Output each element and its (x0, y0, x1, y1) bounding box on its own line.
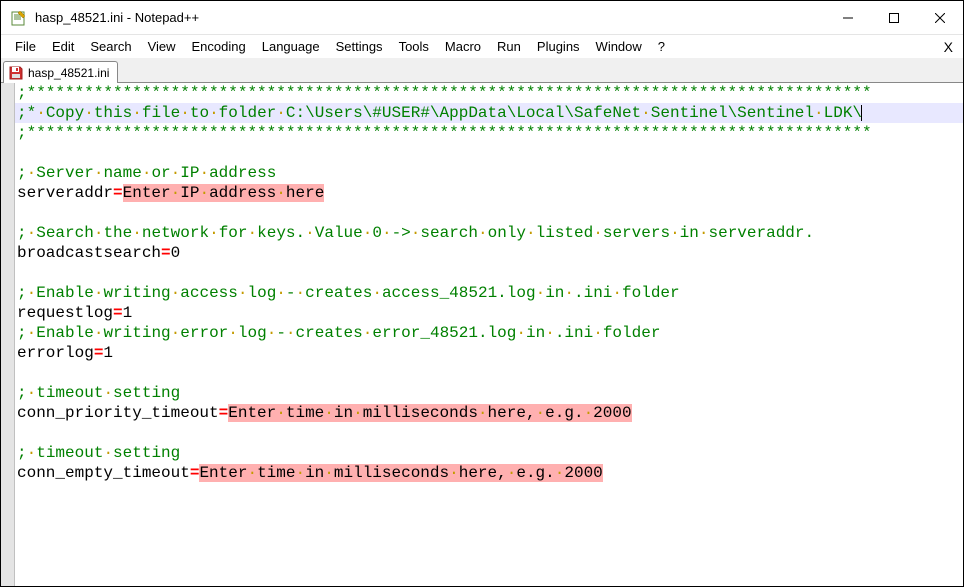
fold-gutter[interactable] (1, 83, 15, 586)
close-tab-x-icon[interactable]: X (944, 39, 953, 55)
menu-tools[interactable]: Tools (391, 37, 437, 56)
menu-bar: File Edit Search View Encoding Language … (1, 35, 963, 59)
menu-plugins[interactable]: Plugins (529, 37, 588, 56)
tab-bar: hasp_48521.ini (1, 59, 963, 83)
close-button[interactable] (917, 3, 963, 33)
editor-wrap: ;***************************************… (1, 83, 963, 586)
menu-window[interactable]: Window (588, 37, 650, 56)
tab-active[interactable]: hasp_48521.ini (3, 61, 118, 83)
menu-macro[interactable]: Macro (437, 37, 489, 56)
menu-view[interactable]: View (140, 37, 184, 56)
menu-run[interactable]: Run (489, 37, 529, 56)
menu-encoding[interactable]: Encoding (184, 37, 254, 56)
menu-file[interactable]: File (7, 37, 44, 56)
menu-search[interactable]: Search (82, 37, 139, 56)
menu-settings[interactable]: Settings (328, 37, 391, 56)
app-icon (11, 10, 27, 26)
minimize-button[interactable] (825, 3, 871, 33)
editor[interactable]: ;***************************************… (15, 83, 963, 586)
menu-language[interactable]: Language (254, 37, 328, 56)
title-bar: hasp_48521.ini - Notepad++ (1, 1, 963, 35)
tab-label: hasp_48521.ini (28, 66, 109, 80)
window-title: hasp_48521.ini - Notepad++ (35, 10, 199, 25)
menu-edit[interactable]: Edit (44, 37, 82, 56)
file-saved-icon (8, 65, 24, 81)
maximize-button[interactable] (871, 3, 917, 33)
menu-help[interactable]: ? (650, 37, 673, 56)
